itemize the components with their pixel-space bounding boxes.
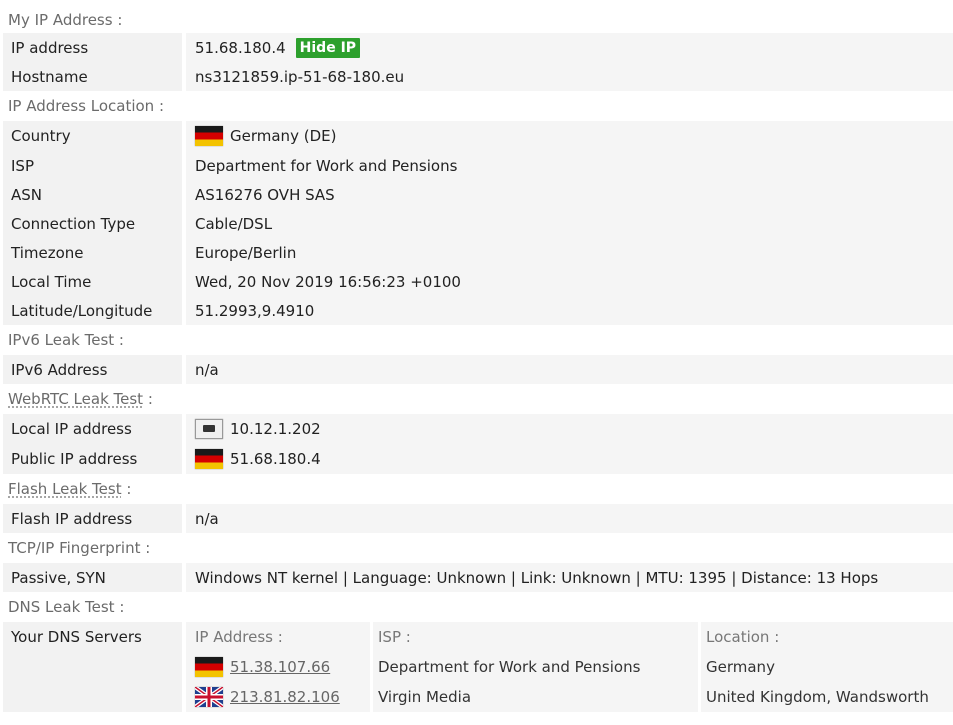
germany-flag-icon xyxy=(195,657,223,677)
flash-ip-value: n/a xyxy=(186,504,953,533)
public-ip-value: 51.68.180.4 xyxy=(230,450,321,468)
row-local-time: Local Time Wed, 20 Nov 2019 16:56:23 +01… xyxy=(0,267,953,296)
lat-lon-value: 51.2993,9.4910 xyxy=(186,296,953,325)
dns-ip-cell: 213.81.82.106 xyxy=(186,682,370,712)
dns-servers-block: Your DNS Servers IP Address : ISP : Loca… xyxy=(0,622,953,712)
row-connection-type: Connection Type Cable/DSL xyxy=(0,209,953,238)
dns-isp-cell: Department for Work and Pensions xyxy=(373,652,698,682)
row-asn: ASN AS16276 OVH SAS xyxy=(0,180,953,209)
row-isp: ISP Department for Work and Pensions xyxy=(0,151,953,180)
isp-label: ISP xyxy=(3,151,182,180)
section-location: IP Address Location : xyxy=(0,91,953,121)
asn-label: ASN xyxy=(3,180,182,209)
tcp-value: Windows NT kernel | Language: Unknown | … xyxy=(186,563,953,592)
dns-ip-cell: 51.38.107.66 xyxy=(186,652,370,682)
row-country: Country Germany (DE) xyxy=(0,121,953,151)
dns-header-location: Location : xyxy=(701,622,953,652)
section-webrtc: WebRTC Leak Test : xyxy=(0,384,953,414)
dns-location-cell: Germany xyxy=(701,652,953,682)
tcp-label: Passive, SYN xyxy=(3,563,182,592)
section-ipv6: IPv6 Leak Test : xyxy=(0,325,953,355)
ip-address-value-cell: 51.68.180.4 Hide IP xyxy=(186,33,953,62)
hide-ip-button[interactable]: Hide IP xyxy=(295,37,361,58)
lan-icon xyxy=(195,419,223,439)
dns-servers-label: Your DNS Servers xyxy=(3,622,182,712)
row-ip-address: IP address 51.68.180.4 Hide IP xyxy=(0,33,953,62)
ipv6-label: IPv6 Address xyxy=(3,355,182,384)
flash-colon: : xyxy=(121,480,132,498)
dns-ip-link[interactable]: 51.38.107.66 xyxy=(230,658,330,676)
uk-flag-icon xyxy=(195,687,223,707)
local-time-label: Local Time xyxy=(3,267,182,296)
local-ip-value-cell: 10.12.1.202 xyxy=(186,414,953,444)
ip-address-label: IP address xyxy=(3,33,182,62)
flash-ip-label: Flash IP address xyxy=(3,504,182,533)
germany-flag-icon xyxy=(195,126,223,146)
webrtc-leak-test-link[interactable]: WebRTC Leak Test xyxy=(8,390,143,408)
hostname-label: Hostname xyxy=(3,62,182,91)
dns-table: IP Address : ISP : Location : 51.38.107.… xyxy=(186,622,953,712)
section-dns: DNS Leak Test : xyxy=(0,592,953,622)
country-label: Country xyxy=(3,121,182,151)
lat-lon-label: Latitude/Longitude xyxy=(3,296,182,325)
ip-info-page: My IP Address : IP address 51.68.180.4 H… xyxy=(0,0,953,712)
ipv6-value: n/a xyxy=(186,355,953,384)
local-time-value: Wed, 20 Nov 2019 16:56:23 +0100 xyxy=(186,267,953,296)
hostname-value: ns3121859.ip-51-68-180.eu xyxy=(186,62,953,91)
row-webrtc-public: Public IP address 51.68.180.4 xyxy=(0,444,953,474)
public-ip-label: Public IP address xyxy=(3,444,182,474)
local-ip-value: 10.12.1.202 xyxy=(230,420,321,438)
local-ip-label: Local IP address xyxy=(3,414,182,444)
row-flash: Flash IP address n/a xyxy=(0,504,953,533)
row-ipv6: IPv6 Address n/a xyxy=(0,355,953,384)
ip-address-value: 51.68.180.4 xyxy=(195,38,286,57)
connection-type-value: Cable/DSL xyxy=(186,209,953,238)
isp-value: Department for Work and Pensions xyxy=(186,151,953,180)
row-lat-lon: Latitude/Longitude 51.2993,9.4910 xyxy=(0,296,953,325)
table-row: 213.81.82.106 Virgin Media United Kingdo… xyxy=(186,682,953,712)
row-tcp: Passive, SYN Windows NT kernel | Languag… xyxy=(0,563,953,592)
dns-isp-cell: Virgin Media xyxy=(373,682,698,712)
table-row: 51.38.107.66 Department for Work and Pen… xyxy=(186,652,953,682)
dns-header-isp: ISP : xyxy=(373,622,698,652)
dns-header-row: IP Address : ISP : Location : xyxy=(186,622,953,652)
public-ip-value-cell: 51.68.180.4 xyxy=(186,444,953,474)
timezone-label: Timezone xyxy=(3,238,182,267)
row-hostname: Hostname ns3121859.ip-51-68-180.eu xyxy=(0,62,953,91)
section-my-ip: My IP Address : xyxy=(0,0,953,33)
dns-ip-link[interactable]: 213.81.82.106 xyxy=(230,688,340,706)
connection-type-label: Connection Type xyxy=(3,209,182,238)
asn-value: AS16276 OVH SAS xyxy=(186,180,953,209)
timezone-value: Europe/Berlin xyxy=(186,238,953,267)
country-value-cell: Germany (DE) xyxy=(186,121,953,151)
germany-flag-icon xyxy=(195,449,223,469)
dns-location-cell: United Kingdom, Wandsworth xyxy=(701,682,953,712)
section-tcp: TCP/IP Fingerprint : xyxy=(0,533,953,563)
dns-header-ip: IP Address : xyxy=(186,622,370,652)
country-value: Germany (DE) xyxy=(230,127,337,145)
row-webrtc-local: Local IP address 10.12.1.202 xyxy=(0,414,953,444)
row-timezone: Timezone Europe/Berlin xyxy=(0,238,953,267)
section-flash: Flash Leak Test : xyxy=(0,474,953,504)
flash-leak-test-link[interactable]: Flash Leak Test xyxy=(8,480,122,498)
webrtc-colon: : xyxy=(143,390,153,408)
